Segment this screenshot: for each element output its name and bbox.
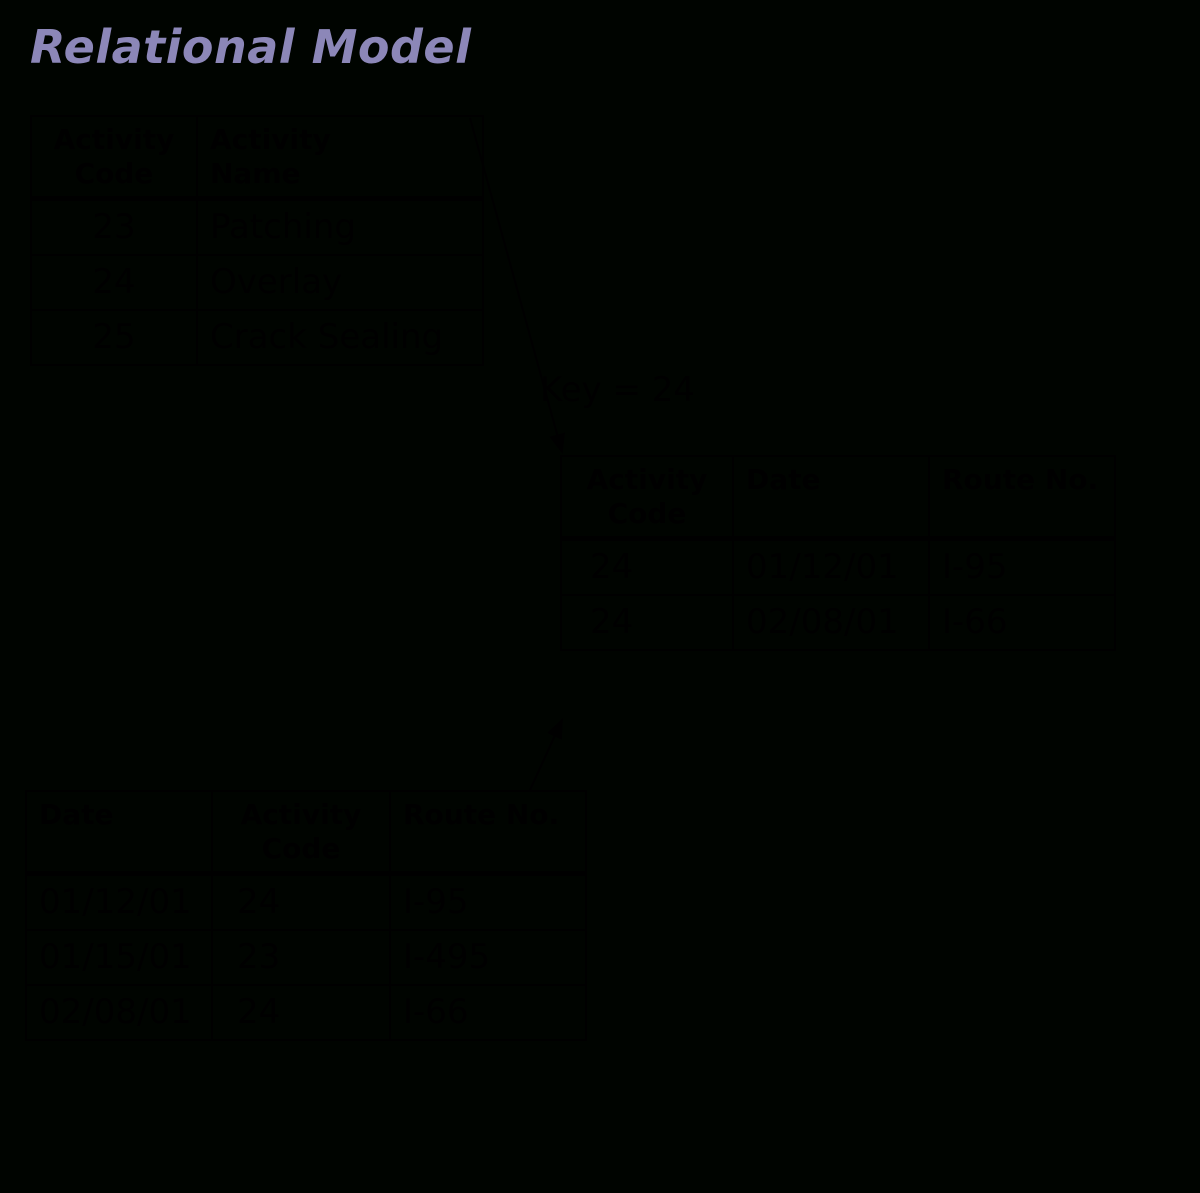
cell-code: 23 (31, 199, 197, 255)
arrow-log-to-result (530, 720, 562, 790)
table-header-row: ActivityCode Date Route No. (561, 456, 1115, 539)
cell-date: 02/08/01 (733, 595, 929, 650)
cell-date: 01/12/01 (26, 874, 212, 930)
cell-code: 24 (561, 595, 733, 650)
col-date: Date (26, 791, 212, 874)
col-activity-code: ActivityCode (212, 791, 390, 874)
col-activity-code: ActivityCode (31, 116, 197, 199)
cell-date: 01/15/01 (26, 930, 212, 985)
cell-name: Crack Sealing (197, 310, 483, 365)
cell-route: I-66 (929, 595, 1115, 650)
cell-name: Overlay (197, 255, 483, 310)
col-route-no: Route No. (929, 456, 1115, 539)
table-header-row: ActivityCode ActivityName (31, 116, 483, 199)
cell-route: I-95 (390, 874, 586, 930)
cell-code: 25 (31, 310, 197, 365)
diagram-title: Relational Model (30, 20, 471, 74)
table-row: 02/08/01 24 I-66 (26, 985, 586, 1040)
activity-table: ActivityCode ActivityName 23 Patching 24… (30, 115, 484, 366)
cell-code: 24 (212, 874, 390, 930)
result-table: ActivityCode Date Route No. 24 01/12/01 … (560, 455, 1116, 651)
cell-code: 23 (212, 930, 390, 985)
col-date: Date (733, 456, 929, 539)
col-route-no: Route No. (390, 791, 586, 874)
cell-code: 24 (212, 985, 390, 1040)
key-label: Key = 24 (540, 370, 695, 410)
cell-route: I-66 (390, 985, 586, 1040)
table-row: 23 Patching (31, 199, 483, 255)
table-row: 24 01/12/01 I-95 (561, 539, 1115, 595)
table-row: 24 Overlay (31, 255, 483, 310)
cell-route: I-95 (929, 539, 1115, 595)
table-row: 24 02/08/01 I-66 (561, 595, 1115, 650)
cell-code: 24 (31, 255, 197, 310)
col-activity-code: ActivityCode (561, 456, 733, 539)
table-row: 01/15/01 23 I-495 (26, 930, 586, 985)
cell-date: 02/08/01 (26, 985, 212, 1040)
cell-name: Patching (197, 199, 483, 255)
col-activity-name: ActivityName (197, 116, 483, 199)
table-row: 25 Crack Sealing (31, 310, 483, 365)
cell-route: I-495 (390, 930, 586, 985)
log-table: Date ActivityCode Route No. 01/12/01 24 … (25, 790, 587, 1041)
cell-code: 24 (561, 539, 733, 595)
table-header-row: Date ActivityCode Route No. (26, 791, 586, 874)
cell-date: 01/12/01 (733, 539, 929, 595)
table-row: 01/12/01 24 I-95 (26, 874, 586, 930)
